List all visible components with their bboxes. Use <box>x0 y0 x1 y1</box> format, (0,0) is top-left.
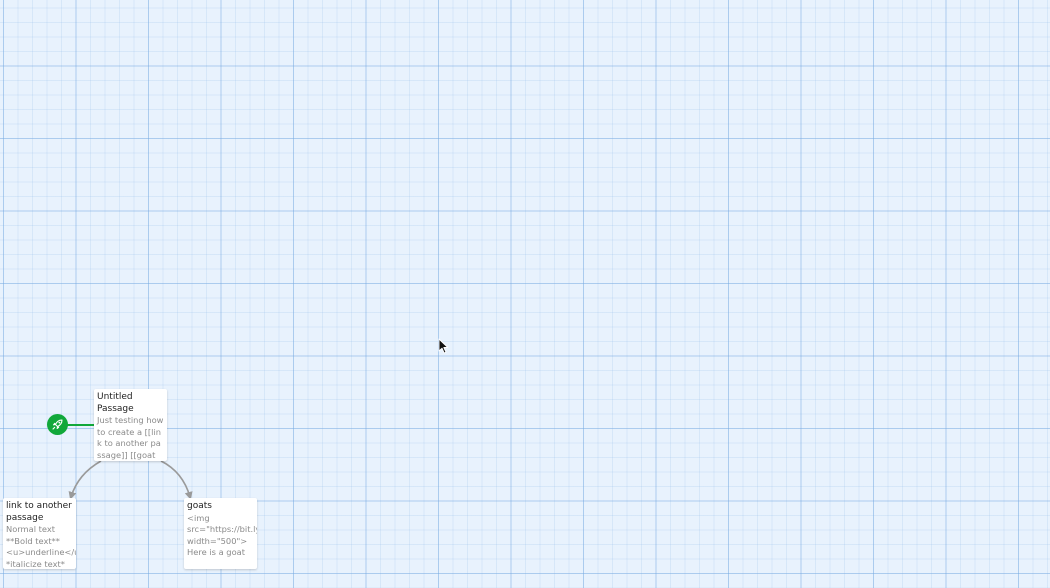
link-arrow-to-goats <box>160 460 193 500</box>
passage-card-goats[interactable]: goats <img src="https://bit.ly width="50… <box>184 498 257 569</box>
passage-links <box>68 460 193 500</box>
passage-title: link to another passage <box>6 501 72 523</box>
start-passage-badge <box>47 414 68 435</box>
passage-excerpt: Normal text **Bold text** <u>underline</… <box>6 524 76 569</box>
rocket-icon <box>52 419 63 430</box>
mouse-cursor-icon <box>438 338 449 354</box>
passage-title: Untitled Passage <box>97 392 134 414</box>
passage-card-untitled[interactable]: Untitled Passage Just testing how to cre… <box>94 389 167 461</box>
passage-excerpt: Just testing how to create a [[link to a… <box>97 415 164 460</box>
passage-excerpt: <img src="https://bit.ly width="500"> He… <box>187 512 257 558</box>
passage-card-link-to-another-passage[interactable]: link to another passage Normal text **Bo… <box>3 498 76 569</box>
passage-title: goats <box>187 501 212 511</box>
story-map-canvas[interactable]: Untitled Passage Just testing how to cre… <box>0 0 1050 588</box>
start-connector-line <box>67 423 95 426</box>
link-arrow-to-link-passage <box>68 460 102 500</box>
